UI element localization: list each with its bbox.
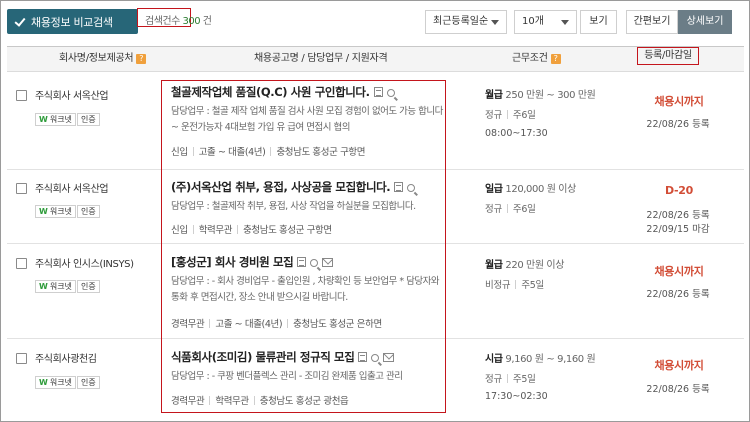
worknet-badge: W 워크넷 (35, 280, 76, 293)
worknet-logo-icon: W (39, 115, 48, 124)
header-company: 회사명/정보제공처? (59, 47, 147, 71)
company-name[interactable]: 주식회사광천김 (35, 350, 97, 365)
compare-label: 채용정보 비교검색 (31, 15, 113, 29)
posting-meta: 신입 학력무관 충청남도 홍성군 구항면 (171, 225, 332, 236)
search-icon[interactable] (407, 184, 416, 192)
chevron-down-icon (561, 20, 569, 25)
mail-icon[interactable] (383, 353, 395, 362)
work-conditions: 비정규 주5일 (485, 280, 544, 291)
table-row: 주식회사 서옥산업 W 워크넷 인증 철골제작업체 품질(Q.C) 사원 구인합니… (7, 73, 744, 170)
help-icon[interactable]: ? (136, 54, 147, 64)
document-icon[interactable] (394, 182, 404, 192)
compare-search-button[interactable]: 채용정보 비교검색 (7, 9, 138, 34)
pay-info: 시급 9,160 원 ~ 9,160 원 (485, 354, 596, 365)
worknet-logo-icon: W (39, 378, 48, 387)
row-checkbox[interactable] (16, 258, 27, 269)
worknet-badge: W 워크넷 (35, 113, 76, 126)
posting-title[interactable]: [홍성군] 회사 경비원 모집 (171, 254, 334, 270)
work-conditions: 정규 주6일 (485, 204, 536, 215)
deadline-date: 22/09/15 마감 (646, 224, 710, 235)
check-icon (15, 17, 25, 27)
worknet-badge: W 워크넷 (35, 205, 76, 218)
status-badge: 채용시까지 (654, 95, 704, 108)
register-date: 22/08/26 등록 (646, 210, 710, 221)
row-checkbox[interactable] (16, 353, 27, 364)
posting-meta: 경력무관 고졸 ~ 대졸(4년) 충청남도 홍성군 은하면 (171, 319, 382, 330)
help-icon[interactable]: ? (550, 54, 561, 64)
company-name[interactable]: 주식회사 서옥산업 (35, 87, 109, 102)
cert-badge: 인증 (77, 280, 100, 293)
table-row: 주식회사광천김 W 워크넷 인증 식품회사(조미김) 물류관리 정규직 모집 담당… (7, 339, 744, 421)
pay-info: 일급 120,000 원 이상 (485, 184, 576, 195)
posting-meta: 신입 고졸 ~ 대졸(4년) 충청남도 홍성군 구항면 (171, 147, 366, 158)
search-icon[interactable] (386, 89, 395, 97)
work-time: 17:30~02:30 (485, 391, 548, 402)
header-conditions: 근무조건? (512, 47, 561, 71)
cert-badge: 인증 (77, 376, 100, 389)
search-count-text: 검색건수 300 건 (145, 16, 212, 27)
posting-title[interactable]: 식품회사(조미김) 물류관리 정규직 모집 (171, 349, 395, 365)
work-conditions: 정규 주6일 (485, 110, 536, 121)
header-deadline[interactable]: 등록/마감일 (637, 47, 699, 65)
status-badge: 채용시까지 (654, 359, 704, 372)
work-conditions: 정규 주5일 (485, 374, 536, 385)
row-checkbox[interactable] (16, 90, 27, 101)
posting-duty: 담당업무 : 철골 제작 업체 품질 검사 사원 모집 경험이 없어도 가능 합… (171, 106, 443, 133)
posting-title[interactable]: (주)서옥산업 취부, 용접, 사상공을 모집합니다. (171, 179, 416, 195)
row-checkbox[interactable] (16, 183, 27, 194)
table-header: 회사명/정보제공처? 채용공고명 / 담당업무 / 지원자격 근무조건? (7, 46, 744, 72)
sort-select[interactable]: 최근등록일순 (425, 10, 507, 34)
worknet-badge: W 워크넷 (35, 376, 76, 389)
table-row: 주식회사 서옥산업 W 워크넷 인증 (주)서옥산업 취부, 용접, 사상공을 모… (7, 170, 744, 244)
mail-icon[interactable] (322, 258, 334, 267)
header-posting: 채용공고명 / 담당업무 / 지원자격 (254, 53, 388, 64)
document-icon[interactable] (373, 87, 383, 97)
table-row: 주식회사 인시스(INSYS) W 워크넷 인증 [홍성군] 회사 경비원 모집 … (7, 244, 744, 339)
worknet-logo-icon: W (39, 282, 48, 291)
register-date: 22/08/26 등록 (646, 384, 710, 395)
search-icon[interactable] (310, 259, 319, 267)
document-icon[interactable] (358, 352, 368, 362)
register-date: 22/08/26 등록 (646, 289, 710, 300)
cert-badge: 인증 (77, 113, 100, 126)
document-icon[interactable] (297, 257, 307, 267)
company-name[interactable]: 주식회사 인시스(INSYS) (35, 255, 134, 270)
posting-duty: 담당업무 : - 쿠팡 벤더플렉스 관리 - 조미김 완제품 입출고 관리 (171, 371, 403, 382)
simple-view-button[interactable]: 간편보기 (626, 10, 678, 34)
register-date: 22/08/26 등록 (646, 119, 710, 130)
detail-view-button[interactable]: 상세보기 (678, 10, 732, 34)
posting-duty: 담당업무 : - 회사 경비업무 - 출입인원 , 차량확인 등 보안업무 * … (171, 276, 440, 303)
chevron-down-icon (491, 20, 499, 25)
cert-badge: 인증 (77, 205, 100, 218)
search-count-value: 300 (182, 16, 201, 27)
company-name[interactable]: 주식회사 서옥산업 (35, 180, 109, 195)
pay-info: 월급 220 만원 이상 (485, 260, 565, 271)
posting-title[interactable]: 철골제작업체 품질(Q.C) 사원 구인합니다. (171, 84, 395, 100)
status-badge: D-20 (664, 184, 693, 197)
posting-meta: 경력무관 학력무관 충청남도 홍성군 광천읍 (171, 396, 349, 407)
search-icon[interactable] (371, 354, 380, 362)
posting-duty: 담당업무 : 철골제작 취부, 용접, 사상 작업을 하실분을 모집합니다. (171, 201, 416, 212)
page-size-select[interactable]: 10개 (514, 10, 577, 34)
worknet-logo-icon: W (39, 207, 48, 216)
view-button[interactable]: 보기 (580, 10, 617, 34)
status-badge: 채용시까지 (654, 265, 704, 278)
work-time: 08:00~17:30 (485, 128, 548, 139)
pay-info: 월급 250 만원 ~ 300 만원 (485, 90, 596, 101)
